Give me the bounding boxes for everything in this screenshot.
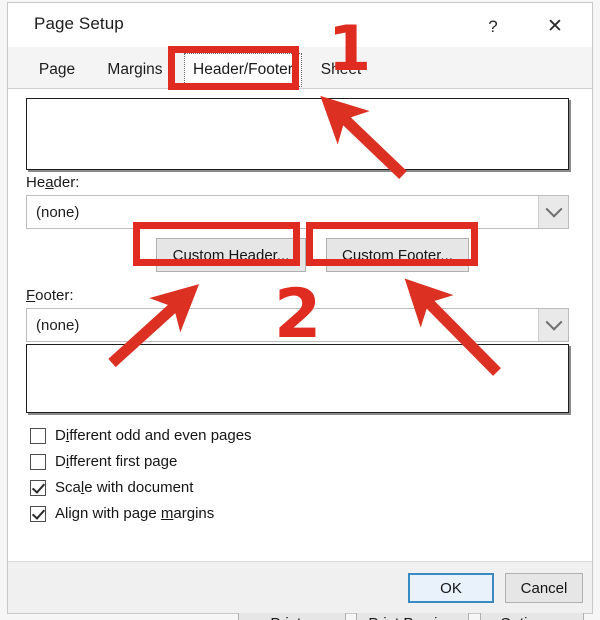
chevron-down-icon[interactable] — [538, 309, 568, 341]
tab-strip: Page Margins Header/Footer Sheet — [8, 47, 592, 89]
header-label-post: der: — [53, 174, 80, 191]
preview-pre: Print Previe — [368, 615, 446, 620]
footer-select[interactable]: (none) — [26, 308, 569, 342]
checkbox-label: Scale with document — [55, 479, 193, 496]
checkbox-label: Different odd and even pages — [55, 427, 252, 444]
custom-footer-accel: u — [352, 246, 362, 264]
custom-footer-label: stom Footer... — [361, 246, 453, 264]
print-label: rint... — [280, 615, 313, 620]
close-icon[interactable]: ✕ — [538, 11, 572, 41]
chevron-down-icon[interactable] — [538, 196, 568, 228]
footer-label: Footer: — [26, 287, 74, 304]
cb3-post: e with document — [84, 479, 194, 496]
cb4-pre: Align with page — [55, 505, 161, 522]
dialog-footer: OK Cancel — [8, 561, 592, 613]
custom-header-accel: C — [172, 246, 184, 264]
tab-page[interactable]: Page — [26, 53, 88, 87]
cb2-post: fferent first page — [69, 453, 178, 470]
checkbox-box[interactable] — [30, 505, 46, 522]
checkbox-label: Different first page — [55, 453, 177, 470]
cb1-post: fferent odd and even pages — [69, 427, 252, 444]
checkbox-align-with-page-margins[interactable]: Align with page margins — [30, 501, 214, 526]
print-accel: P — [270, 615, 280, 620]
cancel-button[interactable]: Cancel — [505, 573, 583, 603]
header-label-accel: a — [45, 174, 54, 191]
checkbox-different-first-page[interactable]: Different first page — [30, 449, 177, 474]
title-bar: Page Setup ? ✕ — [8, 3, 592, 47]
help-icon[interactable]: ? — [476, 11, 510, 41]
header-label-pre: He — [26, 174, 46, 191]
tab-content-header-footer: Header: (none) Custom Header... Cu stom F… — [8, 89, 592, 620]
checkbox-box[interactable] — [30, 427, 46, 444]
checkbox-different-odd-even[interactable]: Different odd and even pages — [30, 423, 252, 448]
tab-header-footer[interactable]: Header/Footer — [184, 53, 302, 87]
header-select[interactable]: (none) — [26, 195, 569, 229]
page-setup-dialog: Page Setup ? ✕ Page Margins Header/Foote… — [7, 2, 593, 620]
options-accel: O — [500, 615, 512, 620]
footer-preview-box — [26, 344, 569, 413]
custom-footer-pre: C — [342, 246, 353, 264]
checkbox-scale-with-document[interactable]: Scale with document — [30, 475, 193, 500]
checkbox-label: Align with page margins — [55, 505, 214, 522]
cb1-pre: D — [55, 427, 66, 444]
tab-sheet[interactable]: Sheet — [308, 53, 374, 87]
checkbox-box[interactable] — [30, 479, 46, 496]
options-label: ptions... — [512, 615, 565, 620]
footer-select-value: (none) — [36, 316, 80, 334]
screenshot-root: Page Setup ? ✕ Page Margins Header/Foote… — [0, 0, 600, 620]
header-label: Header: — [26, 174, 79, 191]
preview-accel: w — [446, 615, 457, 620]
header-preview-box — [26, 98, 569, 170]
cb2-pre: D — [55, 453, 66, 470]
custom-header-button[interactable]: Custom Header... — [156, 238, 306, 272]
custom-header-label: ustom Header... — [183, 246, 290, 264]
cb4-accel: m — [160, 505, 174, 522]
tab-margins[interactable]: Margins — [92, 53, 178, 87]
footer-label-post: ooter: — [35, 287, 74, 304]
header-select-value: (none) — [36, 203, 80, 221]
cb4-post: argins — [173, 505, 215, 522]
custom-footer-button[interactable]: Cu stom Footer... — [326, 238, 469, 272]
ok-button[interactable]: OK — [408, 573, 494, 603]
footer-label-accel: F — [26, 287, 36, 304]
cb3-pre: Sca — [55, 479, 81, 496]
checkbox-box[interactable] — [30, 453, 46, 470]
page-title: Page Setup — [34, 14, 124, 33]
